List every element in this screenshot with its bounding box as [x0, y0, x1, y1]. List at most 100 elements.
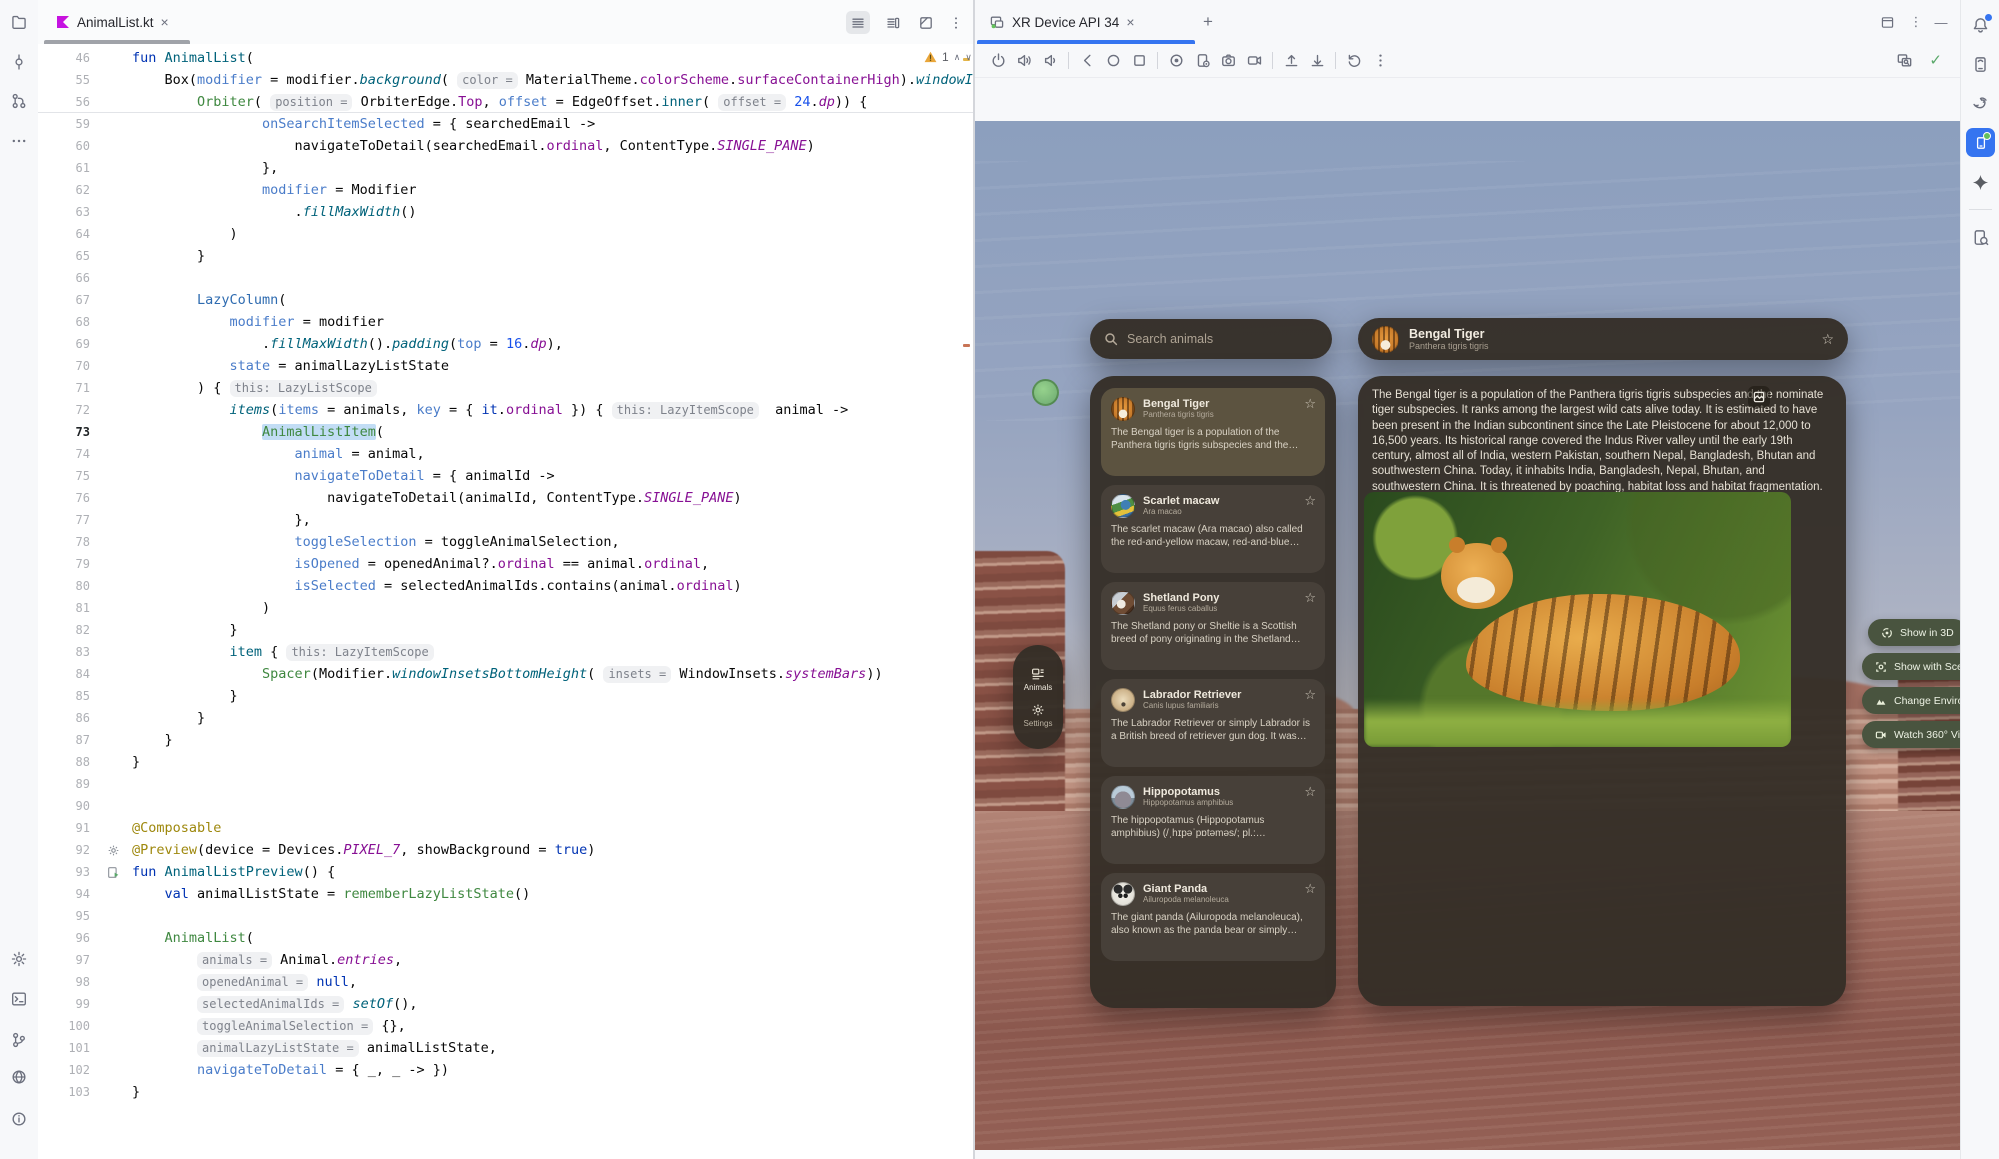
video-icon[interactable] [1241, 49, 1267, 73]
code-line[interactable]: 89 [38, 773, 973, 795]
code-line[interactable]: 87} [38, 729, 973, 751]
code-line[interactable]: 64) [38, 223, 973, 245]
terminal-icon[interactable] [10, 990, 28, 1008]
code-line[interactable]: 100toggleAnimalSelection = {}, [38, 1015, 973, 1037]
mirror-device-icon[interactable] [1189, 49, 1215, 73]
window-more-icon[interactable]: ⋮ [1905, 12, 1927, 32]
code-line[interactable]: 59onSearchItemSelected = { searchedEmail… [38, 113, 973, 135]
code-line[interactable]: 62modifier = Modifier [38, 179, 973, 201]
tab-animallist-kt[interactable]: AnimalList.kt × [44, 0, 181, 44]
code-line[interactable]: 86} [38, 707, 973, 729]
code-line[interactable]: 75navigateToDetail = { animalId -> [38, 465, 973, 487]
code-line[interactable]: 82} [38, 619, 973, 641]
gear-gutter-icon[interactable] [94, 839, 132, 861]
code-line[interactable]: 63.fillMaxWidth() [38, 201, 973, 223]
code-line[interactable]: 61}, [38, 157, 973, 179]
about-icon[interactable] [10, 1110, 28, 1128]
code-line[interactable]: 69.fillMaxWidth().padding(top = 16.dp), [38, 333, 973, 355]
back-icon[interactable] [1074, 49, 1100, 73]
code-line[interactable]: 88} [38, 751, 973, 773]
code-line[interactable]: 94val animalListState = rememberLazyList… [38, 883, 973, 905]
pull-requests-icon[interactable] [10, 92, 28, 110]
code-line[interactable]: 60navigateToDetail(searchedEmail.ordinal… [38, 135, 973, 157]
favorite-star-icon[interactable]: ☆ [1821, 331, 1834, 348]
settings-icon[interactable] [10, 950, 28, 968]
close-tab-icon[interactable]: × [161, 14, 169, 30]
action-scenery[interactable]: Show with Scenery [1862, 653, 1960, 680]
preview-gutter-icon[interactable] [94, 861, 132, 883]
editor-scrollbar[interactable] [963, 44, 971, 1144]
split-editor-icon[interactable] [881, 11, 905, 34]
compare-screens-icon[interactable] [1891, 48, 1917, 72]
snapshots-icon[interactable] [1341, 49, 1367, 73]
recents-icon[interactable] [1126, 49, 1152, 73]
project-icon[interactable] [10, 13, 28, 31]
code-line[interactable]: 56Orbiter( position = OrbiterEdge.Top, o… [38, 91, 973, 113]
code-line[interactable]: 83item { this: LazyItemScope [38, 641, 973, 663]
code-line[interactable]: 103} [38, 1081, 973, 1103]
code-line[interactable]: 74animal = animal, [38, 443, 973, 465]
code-line[interactable]: 72items(items = animals, key = { it.ordi… [38, 399, 973, 421]
prev-warning-icon[interactable]: ∧ [954, 52, 961, 62]
rail-item-animals[interactable]: Animals [1024, 667, 1052, 692]
code-line[interactable]: 96AnimalList( [38, 927, 973, 949]
code-line[interactable]: 102navigateToDetail = { _, _ -> }) [38, 1059, 973, 1081]
add-device-tab-icon[interactable]: + [1203, 12, 1213, 32]
code-area[interactable]: 46fun AnimalList(55Box(modifier = modifi… [38, 44, 973, 1159]
power-icon[interactable] [985, 49, 1011, 73]
code-line[interactable]: 77}, [38, 509, 973, 531]
animal-card[interactable]: Shetland PonyEquus ferus caballus☆The Sh… [1101, 582, 1325, 670]
expand-image-button[interactable] [1748, 386, 1770, 408]
minimize-icon[interactable]: — [1930, 12, 1952, 32]
code-line[interactable]: 65} [38, 245, 973, 267]
more-tools-icon[interactable] [10, 132, 28, 150]
rail-item-settings[interactable]: Settings [1024, 703, 1053, 728]
code-line[interactable]: 95 [38, 905, 973, 927]
code-line[interactable]: 97animals = Animal.entries, [38, 949, 973, 971]
code-line[interactable]: 78toggleSelection = toggleAnimalSelectio… [38, 531, 973, 553]
device-explorer-icon[interactable] [1971, 228, 1990, 247]
code-line[interactable]: 92@Preview(device = Devices.PIXEL_7, sho… [38, 839, 973, 861]
code-line[interactable]: 68modifier = modifier [38, 311, 973, 333]
code-line[interactable]: 46fun AnimalList( [38, 47, 973, 69]
code-line[interactable]: 90 [38, 795, 973, 817]
code-line[interactable]: 98openedAnimal = null, [38, 971, 973, 993]
code-line[interactable]: 70state = animalLazyListState [38, 355, 973, 377]
next-warning-icon[interactable]: ∨ [965, 52, 972, 62]
volume-down-icon[interactable] [1037, 49, 1063, 73]
animal-card[interactable]: Giant PandaAiluropoda melanoleuca☆The gi… [1101, 873, 1325, 961]
layout-icon[interactable] [1876, 12, 1898, 32]
commit-icon[interactable] [10, 53, 28, 71]
code-line[interactable]: 73AnimalListItem( [38, 421, 973, 443]
animal-card[interactable]: Bengal TigerPanthera tigris tigris☆The B… [1101, 388, 1325, 476]
list-view-icon[interactable] [846, 11, 870, 34]
animal-card[interactable]: Labrador RetrieverCanis lupus familiaris… [1101, 679, 1325, 767]
running-devices-icon[interactable] [1966, 128, 1995, 157]
globe-icon[interactable] [10, 1068, 28, 1086]
favorite-star-icon[interactable]: ☆ [1304, 396, 1316, 412]
inspections-widget[interactable]: 1 ∧ ∨ [924, 50, 972, 64]
device-manager-icon[interactable] [1971, 55, 1990, 74]
action-video-360[interactable]: Watch 360° Video [1862, 721, 1960, 748]
detach-window-icon[interactable] [914, 11, 938, 34]
favorite-star-icon[interactable]: ☆ [1304, 784, 1316, 800]
close-tab-icon[interactable]: × [1126, 14, 1134, 30]
panel-move-handle[interactable] [1032, 379, 1059, 406]
code-line[interactable]: 81) [38, 597, 973, 619]
tabbar-more-icon[interactable] [944, 11, 968, 34]
scroll-mark[interactable] [963, 344, 970, 347]
action-environment[interactable]: Change Environment [1862, 687, 1960, 714]
code-line[interactable]: 99selectedAnimalIds = setOf(), [38, 993, 973, 1015]
code-line[interactable]: 79isOpened = openedAnimal?.ordinal == an… [38, 553, 973, 575]
favorite-star-icon[interactable]: ☆ [1304, 493, 1316, 509]
tab-xr-device[interactable]: XR Device API 34 × [977, 0, 1147, 44]
version-control-icon[interactable] [10, 1031, 28, 1049]
code-line[interactable]: 91@Composable [38, 817, 973, 839]
download-icon[interactable] [1304, 49, 1330, 73]
code-line[interactable]: 67LazyColumn( [38, 289, 973, 311]
favorite-star-icon[interactable]: ☆ [1304, 687, 1316, 703]
code-line[interactable]: 66 [38, 267, 973, 289]
volume-up-icon[interactable] [1011, 49, 1037, 73]
code-line[interactable]: 84Spacer(Modifier.windowInsetsBottomHeig… [38, 663, 973, 685]
gradle-icon[interactable] [1971, 94, 1990, 113]
